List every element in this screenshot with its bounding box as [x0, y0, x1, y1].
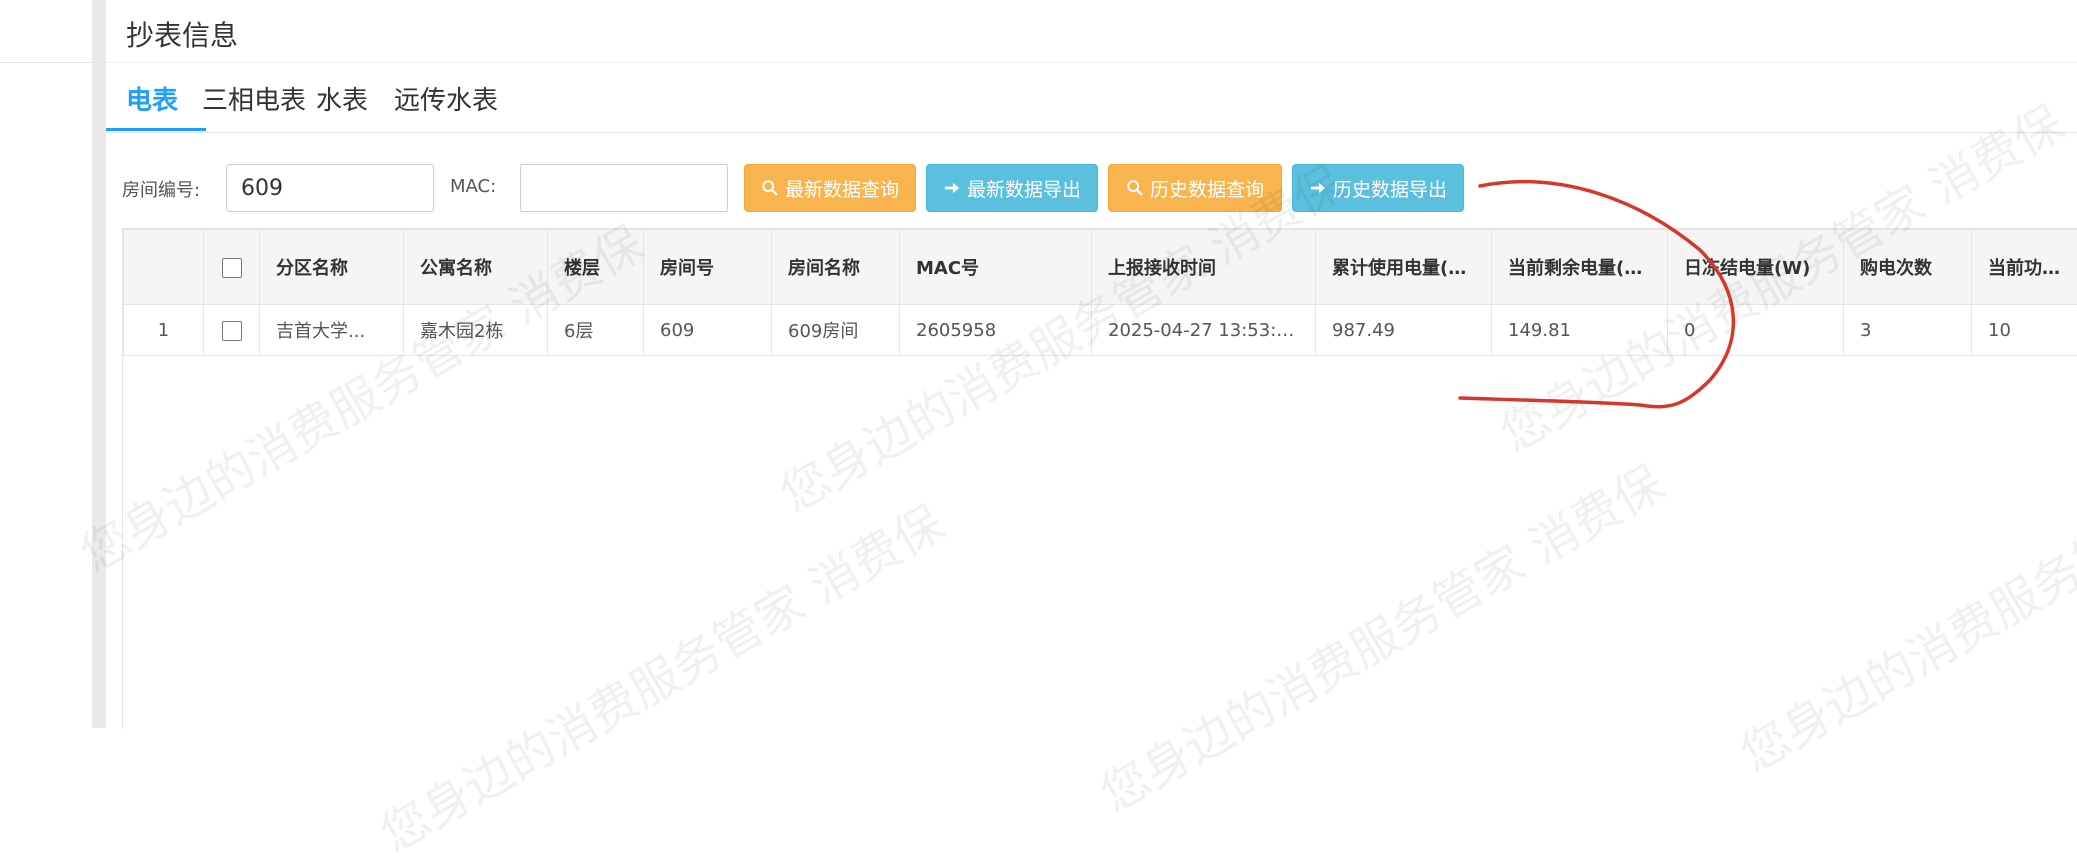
history-data-query-label: 历史数据查询: [1150, 175, 1264, 202]
table-cell: 609: [644, 305, 772, 356]
table-header-row: 分区名称 公寓名称 楼层 房间号 房间名称 MAC号 上报接收时间 累计使用电量…: [124, 230, 2077, 305]
room-number-label: 房间编号:: [122, 176, 200, 202]
page-title: 抄表信息: [126, 14, 238, 54]
select-all-cell: [204, 230, 260, 305]
table-row[interactable]: 1 吉首大学... 嘉木园2栋 6层 609 609房间 2605958 202…: [124, 305, 2077, 356]
table-cell: 吉首大学...: [260, 305, 404, 356]
table-cell: 2605958: [900, 305, 1092, 356]
column-header[interactable]: 累计使用电量(W): [1316, 230, 1492, 305]
meter-reading-panel: 抄表信息 电表 三相电表 水表 远传水表 房间编号: MAC: 最新数据查询 最…: [106, 0, 2077, 728]
arrow-right-icon: [1309, 179, 1327, 197]
row-number: 1: [124, 305, 204, 356]
latest-data-query-label: 最新数据查询: [785, 175, 899, 202]
row-select-checkbox[interactable]: [222, 321, 242, 341]
column-header[interactable]: 房间名称: [772, 230, 900, 305]
tab-electric-meter[interactable]: 电表: [126, 80, 178, 117]
column-header[interactable]: 分区名称: [260, 230, 404, 305]
row-number-header: [124, 230, 204, 305]
column-header[interactable]: 日冻结电量(W): [1668, 230, 1844, 305]
column-header[interactable]: 当前剩余电量(W): [1492, 230, 1668, 305]
column-header[interactable]: 当前功率(W: [1972, 230, 2077, 305]
room-number-input[interactable]: [226, 164, 434, 212]
select-all-checkbox[interactable]: [222, 258, 242, 278]
column-header[interactable]: MAC号: [900, 230, 1092, 305]
history-data-export-label: 历史数据导出: [1333, 175, 1447, 202]
table-cell: 3: [1844, 305, 1972, 356]
table-cell: 149.81: [1492, 305, 1668, 356]
table-cell: 987.49: [1316, 305, 1492, 356]
row-select-cell: [204, 305, 260, 356]
table-cell: 嘉木园2栋: [404, 305, 548, 356]
search-icon: [1126, 179, 1144, 197]
history-data-export-button[interactable]: 历史数据导出: [1292, 164, 1464, 212]
meter-type-tabs: 电表 三相电表 水表 远传水表: [106, 62, 2077, 133]
mac-label: MAC:: [450, 176, 496, 197]
table-cell: 10: [1972, 305, 2077, 356]
history-data-query-button[interactable]: 历史数据查询: [1108, 164, 1282, 212]
column-header[interactable]: 楼层: [548, 230, 644, 305]
search-icon: [761, 179, 779, 197]
left-rail: [0, 0, 92, 728]
tab-three-phase-meter[interactable]: 三相电表: [202, 80, 306, 117]
arrow-right-icon: [943, 179, 961, 197]
mac-input[interactable]: [520, 164, 728, 212]
table-cell: 609房间: [772, 305, 900, 356]
column-header[interactable]: 房间号: [644, 230, 772, 305]
tab-remote-water-meter[interactable]: 远传水表: [394, 80, 498, 117]
active-tab-indicator: [106, 128, 206, 131]
tab-water-meter[interactable]: 水表: [316, 80, 368, 117]
column-header[interactable]: 购电次数: [1844, 230, 1972, 305]
filter-toolbar: 房间编号: MAC: 最新数据查询 最新数据导出 历史数据查询 历史数据导出: [106, 164, 2077, 214]
latest-data-export-label: 最新数据导出: [967, 175, 1081, 202]
table-cell: 2025-04-27 13:53:18: [1092, 305, 1316, 356]
panel-header: 抄表信息: [106, 0, 2077, 63]
meter-data-table: 分区名称 公寓名称 楼层 房间号 房间名称 MAC号 上报接收时间 累计使用电量…: [122, 228, 2077, 729]
table-cell: 6层: [548, 305, 644, 356]
column-header[interactable]: 上报接收时间: [1092, 230, 1316, 305]
splitter-bar[interactable]: [92, 0, 106, 728]
column-header[interactable]: 公寓名称: [404, 230, 548, 305]
latest-data-query-button[interactable]: 最新数据查询: [744, 164, 916, 212]
left-rail-divider: [0, 62, 92, 63]
table-cell: 0: [1668, 305, 1844, 356]
latest-data-export-button[interactable]: 最新数据导出: [926, 164, 1098, 212]
